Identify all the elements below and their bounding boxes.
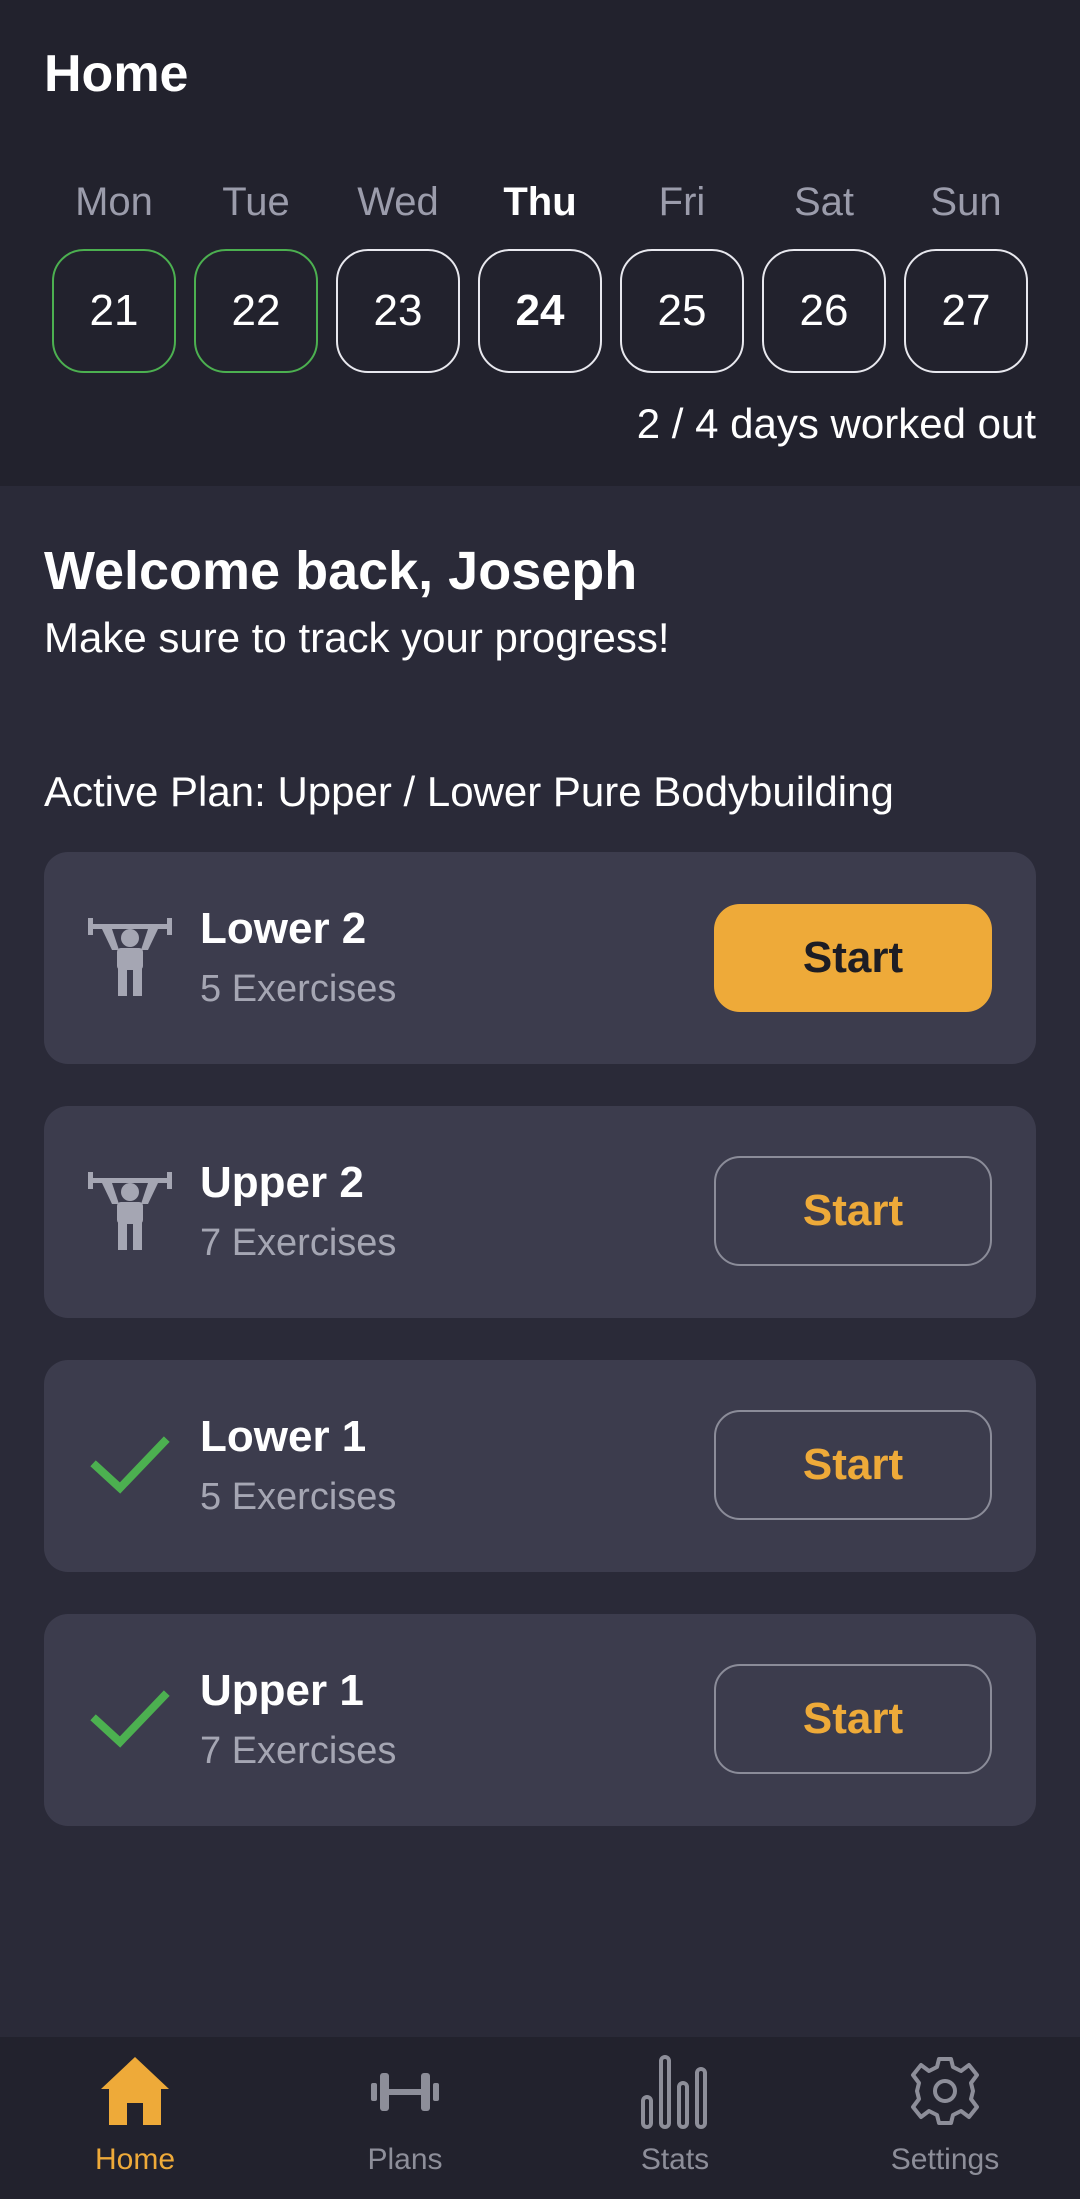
exercise-count: 7 Exercises xyxy=(200,1730,397,1772)
day-label: Mon xyxy=(75,180,153,224)
exercise-count: 5 Exercises xyxy=(200,1476,397,1518)
workout-name: Lower 1 xyxy=(200,1412,367,1461)
workout-name: Upper 2 xyxy=(200,1158,364,1207)
checkmark-icon xyxy=(90,1436,170,1494)
dumbbell-icon xyxy=(371,2073,439,2111)
nav-settings[interactable]: Settings xyxy=(810,2037,1080,2199)
day-date[interactable]: 24 xyxy=(478,249,602,373)
day-label: Sat xyxy=(793,180,855,224)
day-label: Wed xyxy=(357,180,439,224)
day-tue[interactable]: Tue 22 xyxy=(194,180,318,373)
day-date[interactable]: 23 xyxy=(336,249,460,373)
start-button[interactable]: Start xyxy=(714,1156,992,1266)
day-wed[interactable]: Wed 23 xyxy=(336,180,460,373)
week-calendar: Mon 21 Tue 22 Wed 23 Thu 24 Fri 25 Sat 2… xyxy=(52,180,1028,373)
header: Home Mon 21 Tue 22 Wed 23 Thu 24 Fri 25 … xyxy=(0,0,1080,486)
workout-card-lower-2[interactable]: Lower 2 5 Exercises Start xyxy=(44,852,1036,1064)
day-label: Thu xyxy=(503,180,577,224)
start-button[interactable]: Start xyxy=(714,1664,992,1774)
active-plan-label: Active Plan: Upper / Lower Pure Bodybuil… xyxy=(44,768,894,815)
workout-name: Upper 1 xyxy=(200,1666,364,1715)
start-button[interactable]: Start xyxy=(714,1410,992,1520)
weightlifter-icon xyxy=(88,1172,172,1250)
nav-label: Stats xyxy=(640,2143,710,2176)
start-button[interactable]: Start xyxy=(714,904,992,1012)
bottom-nav: Home Plans Stats Settings xyxy=(0,2037,1080,2199)
bar-chart-icon xyxy=(641,2055,707,2129)
nav-label: Settings xyxy=(890,2143,1000,2176)
day-sun[interactable]: Sun 27 xyxy=(904,180,1028,373)
exercise-count: 5 Exercises xyxy=(200,968,397,1010)
workout-card-upper-1[interactable]: Upper 1 7 Exercises Start xyxy=(44,1614,1036,1826)
day-thu[interactable]: Thu 24 xyxy=(478,180,602,373)
day-date[interactable]: 25 xyxy=(620,249,744,373)
nav-label: Home xyxy=(94,2143,176,2176)
gear-icon xyxy=(911,2057,979,2125)
day-date[interactable]: 26 xyxy=(762,249,886,373)
workout-card-upper-2[interactable]: Upper 2 7 Exercises Start xyxy=(44,1106,1036,1318)
nav-plans[interactable]: Plans xyxy=(270,2037,540,2199)
day-sat[interactable]: Sat 26 xyxy=(762,180,886,373)
weightlifter-icon xyxy=(88,918,172,996)
day-date[interactable]: 27 xyxy=(904,249,1028,373)
exercise-count: 7 Exercises xyxy=(200,1222,397,1264)
days-worked-out-count: 2 / 4 days worked out xyxy=(636,400,1036,447)
checkmark-icon xyxy=(90,1690,170,1748)
workout-card-lower-1[interactable]: Lower 1 5 Exercises Start xyxy=(44,1360,1036,1572)
nav-home[interactable]: Home xyxy=(0,2037,270,2199)
day-label: Fri xyxy=(658,180,706,224)
day-date[interactable]: 22 xyxy=(194,249,318,373)
welcome-subtitle: Make sure to track your progress! xyxy=(44,614,670,661)
day-label: Sun xyxy=(930,180,1002,224)
home-icon xyxy=(101,2057,169,2125)
welcome-heading: Welcome back, Joseph xyxy=(44,541,638,601)
nav-stats[interactable]: Stats xyxy=(540,2037,810,2199)
day-fri[interactable]: Fri 25 xyxy=(620,180,744,373)
day-label: Tue xyxy=(222,180,290,224)
day-date[interactable]: 21 xyxy=(52,249,176,373)
page-title: Home xyxy=(44,45,189,103)
day-mon[interactable]: Mon 21 xyxy=(52,180,176,373)
workout-name: Lower 2 xyxy=(200,904,367,953)
nav-label: Plans xyxy=(367,2143,443,2176)
